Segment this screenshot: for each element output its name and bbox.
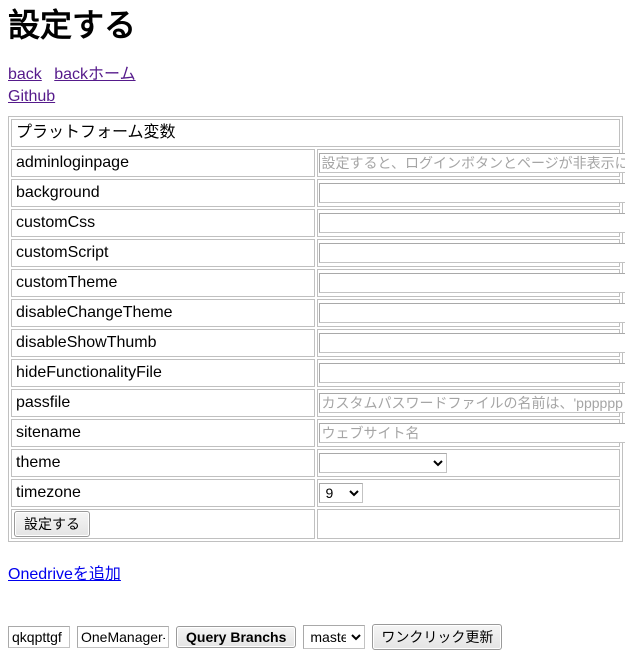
row-value-adminloginpage [317, 149, 621, 177]
customScript-input[interactable] [319, 243, 625, 263]
one-click-update-button[interactable]: ワンクリック更新 [372, 624, 502, 650]
row-value-customTheme [317, 269, 621, 297]
link-back[interactable]: back [8, 66, 42, 83]
row-key-background: background [11, 179, 315, 207]
table-row: hideFunctionalityFile [11, 359, 620, 387]
submit-empty-cell [317, 509, 621, 539]
row-value-hideFunctionalityFile [317, 359, 621, 387]
table-row: disableChangeTheme [11, 299, 620, 327]
row-key-disableShowThumb: disableShowThumb [11, 329, 315, 357]
github-user-input[interactable] [8, 626, 70, 648]
row-value-timezone: 9 [317, 479, 621, 507]
disableShowThumb-input[interactable] [319, 333, 625, 353]
row-value-passfile [317, 389, 621, 417]
table-row: disableShowThumb [11, 329, 620, 357]
row-value-sitename [317, 419, 621, 447]
adminloginpage-input[interactable] [319, 153, 625, 173]
row-key-adminloginpage: adminloginpage [11, 149, 315, 177]
table-row: adminloginpage [11, 149, 620, 177]
row-value-background [317, 179, 621, 207]
save-settings-button[interactable]: 設定する [14, 511, 90, 537]
background-input[interactable] [319, 183, 625, 203]
link-github[interactable]: Github [8, 88, 55, 105]
table-submit-row: 設定する [11, 509, 620, 539]
sitename-input[interactable] [319, 423, 625, 443]
table-row: customScript [11, 239, 620, 267]
row-value-theme [317, 449, 621, 477]
branch-select[interactable]: master [303, 625, 365, 649]
platform-variables-table: プラットフォーム変数 adminloginpage background cus… [8, 116, 623, 542]
disableChangeTheme-input[interactable] [319, 303, 625, 323]
row-value-disableChangeTheme [317, 299, 621, 327]
link-back-home[interactable]: backホーム [54, 66, 135, 83]
timezone-select[interactable]: 9 [319, 483, 363, 503]
row-key-customTheme: customTheme [11, 269, 315, 297]
table-row: customCss [11, 209, 620, 237]
table-row: background [11, 179, 620, 207]
customCss-input[interactable] [319, 213, 625, 233]
table-row: theme [11, 449, 620, 477]
row-key-disableChangeTheme: disableChangeTheme [11, 299, 315, 327]
add-onedrive-wrap: Onedriveを追加 [8, 564, 617, 586]
passfile-input[interactable] [319, 393, 625, 413]
row-value-customScript [317, 239, 621, 267]
add-onedrive-link[interactable]: Onedriveを追加 [8, 566, 121, 583]
table-row: customTheme [11, 269, 620, 297]
row-key-theme: theme [11, 449, 315, 477]
page-title: 設定する [8, 8, 617, 43]
row-value-disableShowThumb [317, 329, 621, 357]
table-row: passfile [11, 389, 620, 417]
row-key-customScript: customScript [11, 239, 315, 267]
submit-cell: 設定する [11, 509, 315, 539]
row-key-customCss: customCss [11, 209, 315, 237]
row-key-passfile: passfile [11, 389, 315, 417]
row-key-hideFunctionalityFile: hideFunctionalityFile [11, 359, 315, 387]
row-value-customCss [317, 209, 621, 237]
one-click-update-bar: Query Branchs master ワンクリック更新 [8, 624, 617, 650]
query-branches-button[interactable]: Query Branchs [176, 626, 296, 648]
row-key-sitename: sitename [11, 419, 315, 447]
table-header-label: プラットフォーム変数 [11, 119, 620, 147]
theme-select[interactable] [319, 453, 447, 473]
table-row: timezone 9 [11, 479, 620, 507]
table-header-row: プラットフォーム変数 [11, 119, 620, 147]
customTheme-input[interactable] [319, 273, 625, 293]
github-repo-input[interactable] [77, 626, 169, 648]
hideFunctionalityFile-input[interactable] [319, 363, 625, 383]
table-row: sitename [11, 419, 620, 447]
nav-links: back backホーム Github [8, 64, 617, 108]
row-key-timezone: timezone [11, 479, 315, 507]
